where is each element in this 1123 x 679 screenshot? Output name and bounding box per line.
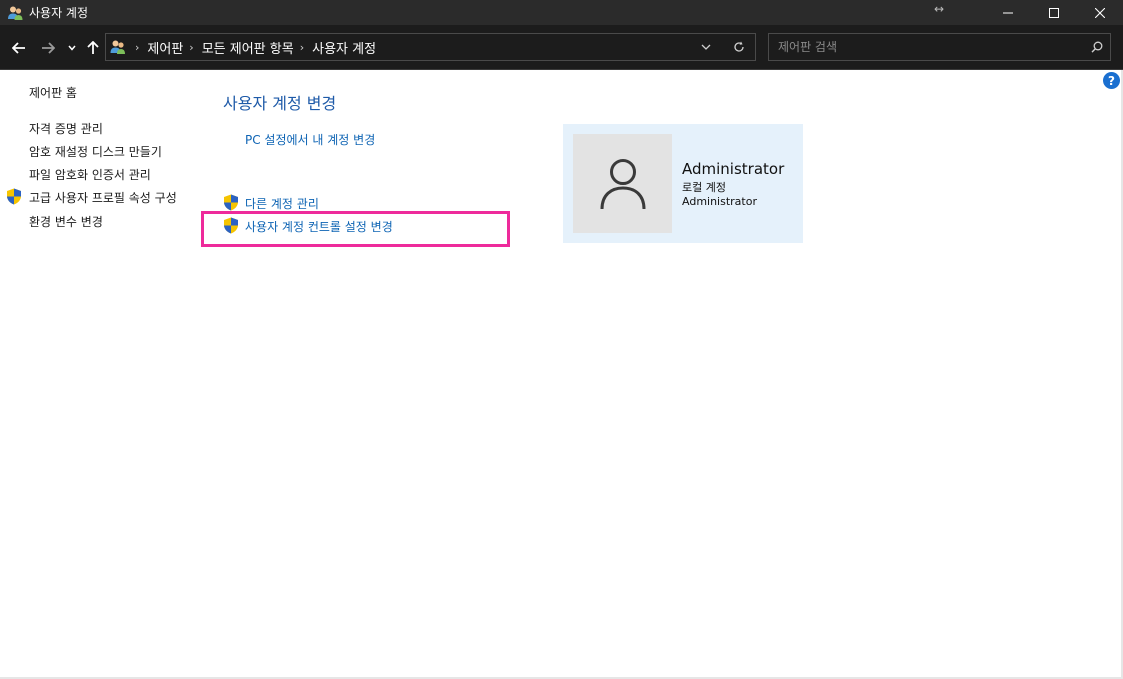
help-button[interactable]: ? bbox=[1103, 72, 1120, 89]
account-type: 로컬 계정 bbox=[682, 181, 726, 194]
account-tile: Administrator 로컬 계정 Administrator bbox=[563, 124, 803, 243]
sidebar-item-advanced-profile-properties[interactable]: 고급 사용자 프로필 속성 구성 bbox=[29, 189, 177, 206]
users-icon bbox=[109, 38, 129, 56]
address-dropdown-button[interactable] bbox=[696, 38, 716, 56]
up-arrow-icon bbox=[87, 41, 99, 54]
close-icon bbox=[1095, 7, 1105, 18]
manage-another-account-link[interactable]: 다른 계정 관리 bbox=[245, 195, 319, 212]
account-name: Administrator bbox=[682, 160, 785, 178]
breadcrumb-separator-icon: › bbox=[189, 40, 194, 54]
breadcrumb-separator-icon: › bbox=[135, 40, 140, 54]
avatar bbox=[573, 134, 672, 233]
uac-shield-icon bbox=[7, 188, 21, 205]
breadcrumb-user-accounts[interactable]: 사용자 계정 bbox=[312, 38, 376, 57]
breadcrumb-separator-icon: › bbox=[299, 40, 305, 54]
refresh-button[interactable] bbox=[728, 38, 750, 56]
window-title: 사용자 계정 bbox=[29, 6, 89, 20]
up-button[interactable] bbox=[83, 37, 103, 59]
breadcrumb-all-items[interactable]: 모든 제어판 항목 bbox=[202, 38, 294, 57]
navigation-bar: › 제어판 › 모든 제어판 항목 › 사용자 계정 bbox=[0, 25, 1123, 70]
sidebar-item-password-reset-disk[interactable]: 암호 재설정 디스크 만들기 bbox=[29, 143, 162, 160]
forward-button[interactable] bbox=[37, 37, 59, 59]
page-title: 사용자 계정 변경 bbox=[223, 94, 337, 113]
refresh-icon bbox=[734, 41, 744, 52]
highlight-box bbox=[201, 211, 510, 247]
minimize-button[interactable] bbox=[985, 0, 1031, 25]
resize-indicator-icon: ↔ bbox=[934, 2, 945, 16]
close-button[interactable] bbox=[1077, 0, 1123, 25]
chevron-down-icon bbox=[68, 45, 76, 51]
minimize-icon bbox=[1003, 12, 1013, 13]
search-box[interactable] bbox=[768, 33, 1111, 61]
change-account-in-pc-settings-link[interactable]: PC 설정에서 내 계정 변경 bbox=[245, 131, 375, 148]
uac-shield-icon bbox=[224, 194, 238, 211]
sidebar-item-credential-manager[interactable]: 자격 증명 관리 bbox=[29, 120, 103, 137]
recent-locations-button[interactable] bbox=[65, 37, 79, 59]
sidebar-item-encryption-certificates[interactable]: 파일 암호화 인증서 관리 bbox=[29, 166, 151, 183]
title-bar: 사용자 계정 ↔ bbox=[0, 0, 1123, 25]
sidebar-item-environment-variables[interactable]: 환경 변수 변경 bbox=[29, 213, 103, 230]
maximize-icon bbox=[1049, 7, 1059, 18]
users-icon bbox=[7, 4, 24, 21]
breadcrumb-control-panel[interactable]: 제어판 bbox=[147, 38, 183, 57]
maximize-button[interactable] bbox=[1031, 0, 1077, 25]
back-button[interactable] bbox=[8, 37, 30, 59]
search-icon[interactable] bbox=[1084, 35, 1110, 59]
forward-arrow-icon bbox=[42, 42, 55, 54]
sidebar-item-control-panel-home[interactable]: 제어판 홈 bbox=[29, 84, 77, 101]
user-silhouette-icon bbox=[600, 158, 645, 209]
back-arrow-icon bbox=[12, 42, 25, 54]
account-group: Administrator bbox=[682, 195, 757, 208]
search-input[interactable] bbox=[769, 35, 1084, 59]
address-bar[interactable]: › 제어판 › 모든 제어판 항목 › 사용자 계정 bbox=[105, 33, 756, 61]
chevron-down-icon bbox=[701, 44, 711, 50]
